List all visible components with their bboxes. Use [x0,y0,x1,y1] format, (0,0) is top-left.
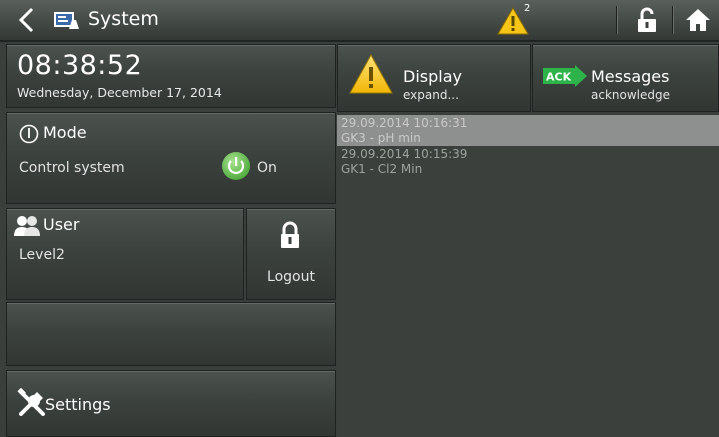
message-timestamp: 29.09.2014 10:15:39 [341,147,468,161]
list-item[interactable]: 29.09.2014 10:15:39 GK1 - Cl2 Min [337,146,719,177]
logout-label: Logout [267,269,315,285]
message-list[interactable]: 29.09.2014 10:16:31 GK3 - pH min 29.09.2… [337,115,719,437]
lock-icon [281,221,299,248]
user-title: User [43,215,80,234]
clock-date: Wednesday, December 17, 2014 [17,85,222,100]
message-text: GK1 - Cl2 Min [341,162,423,176]
messages-title: Messages [591,67,670,86]
unlocked-icon[interactable] [636,7,658,33]
logout-button[interactable]: Logout [246,208,336,300]
user-icon [14,216,40,236]
warning-icon [349,53,393,94]
warning-count-badge: 2 [524,3,531,14]
back-arrow-icon[interactable] [14,6,40,34]
message-text: GK3 - pH min [341,131,421,145]
messages-acknowledge-button[interactable]: ACK Messages acknowledge [532,44,719,112]
clock-panel: 08:38:52 Wednesday, December 17, 2014 [6,44,336,108]
page-title: System [88,8,159,30]
settings-label: Settings [45,395,111,414]
display-title: Display [403,67,462,86]
mode-panel[interactable]: Mode Control system On [6,112,336,204]
mode-state: On [257,160,277,176]
top-bar: System 2 [0,0,719,42]
mode-title: Mode [43,123,87,142]
separator [616,6,618,34]
messages-subtitle: acknowledge [591,88,670,102]
power-on-icon[interactable] [221,151,251,181]
list-item[interactable]: 29.09.2014 10:16:31 GK3 - pH min [337,115,719,146]
user-level: Level2 [19,247,65,263]
power-mode-icon [19,124,39,144]
display-expand-button[interactable]: Display expand... [337,44,531,112]
separator [672,6,674,34]
ack-arrow-icon: ACK [543,65,587,87]
empty-panel [6,302,336,366]
user-panel[interactable]: User Level2 [6,208,244,300]
svg-text:ACK: ACK [546,71,572,84]
mode-label: Control system [19,160,125,176]
settings-button[interactable]: Settings [6,370,336,437]
message-timestamp: 29.09.2014 10:16:31 [341,116,468,130]
clock-time: 08:38:52 [17,50,143,81]
display-subtitle: expand... [403,88,459,102]
system-icon [54,12,79,29]
settings-tools-icon [17,388,45,416]
home-icon[interactable] [685,8,711,32]
